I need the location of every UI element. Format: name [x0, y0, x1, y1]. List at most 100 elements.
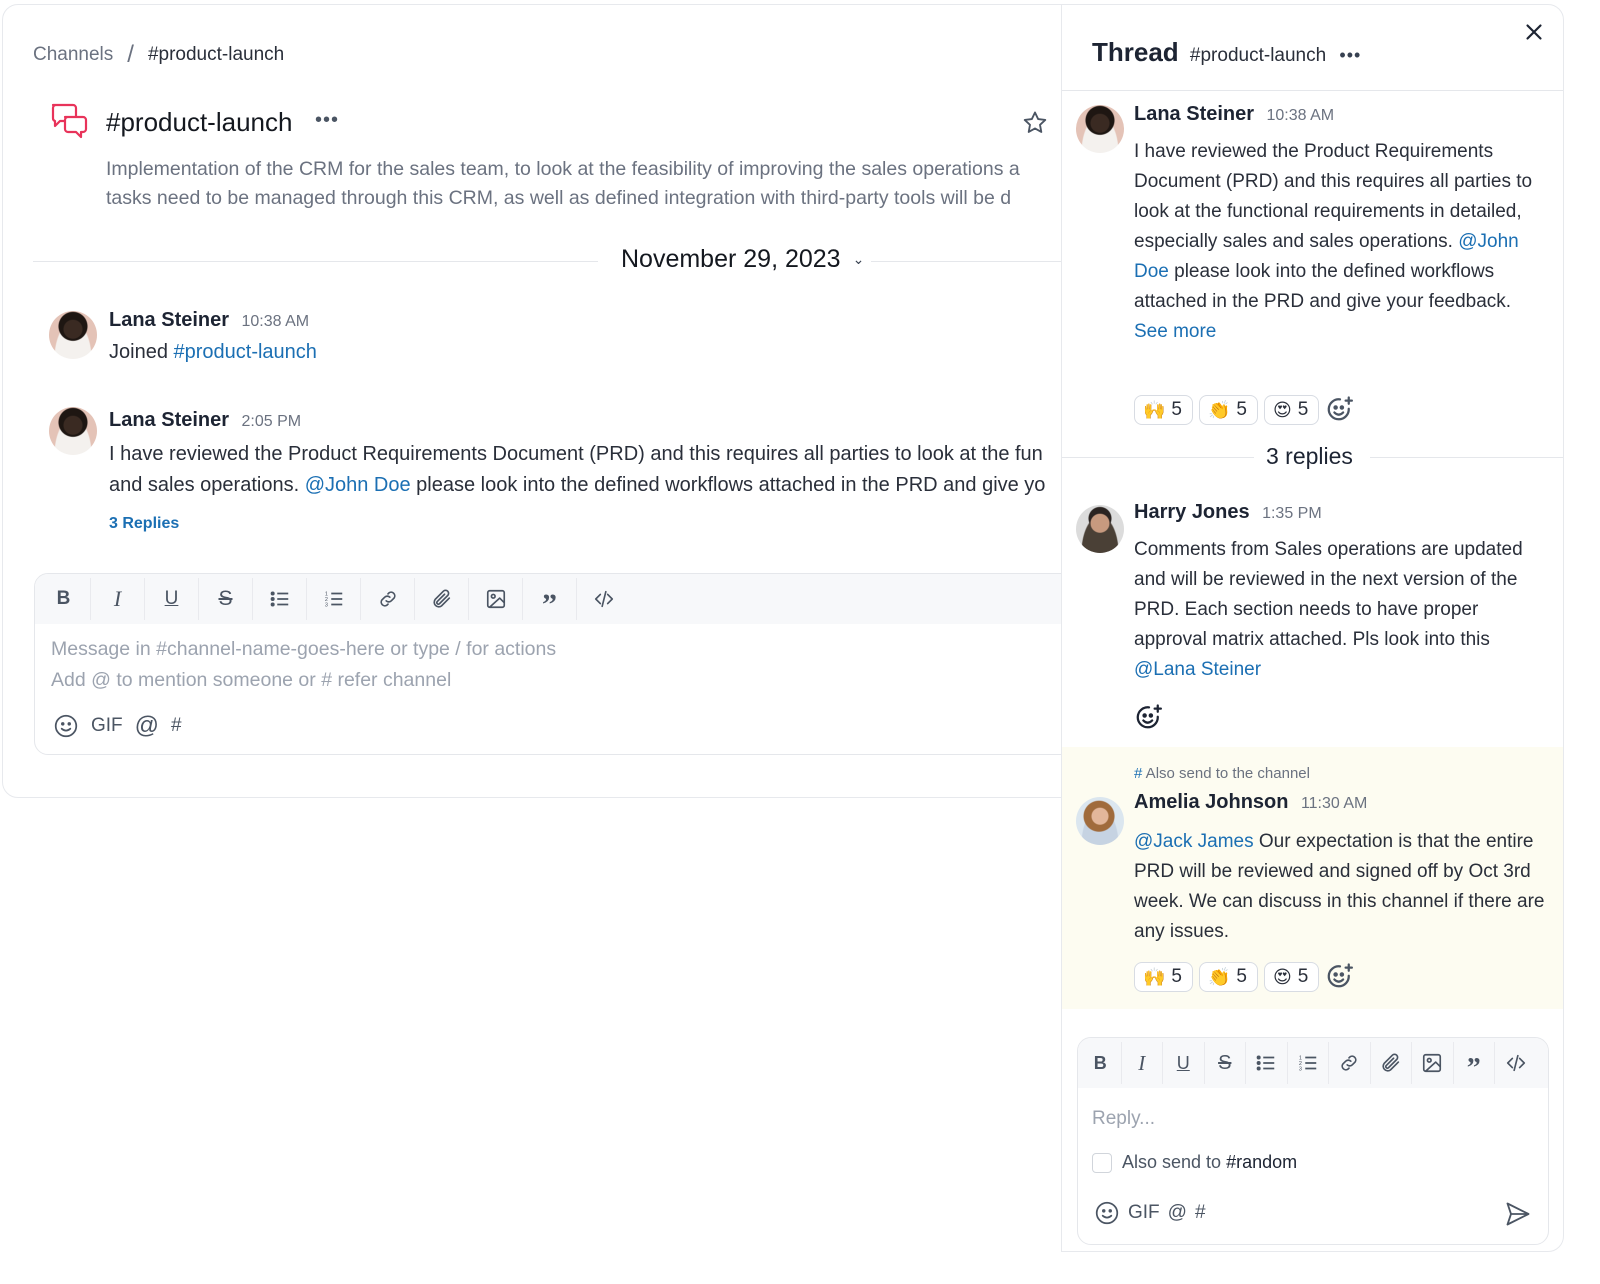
avatar[interactable] — [1076, 797, 1124, 845]
message-body: I have reviewed the Product Requirements… — [1134, 137, 1554, 347]
see-more-link[interactable]: See more — [1134, 317, 1554, 347]
send-icon[interactable] — [1504, 1200, 1532, 1228]
attachment-button[interactable] — [1371, 1042, 1412, 1084]
reactions-bar: 🙌 5 👏 5 😍 5 — [1134, 962, 1355, 992]
composer-actions: GIF @ # — [53, 712, 182, 740]
reaction-clap[interactable]: 👏 5 — [1199, 395, 1258, 425]
thread-more-button[interactable]: ••• — [1339, 45, 1361, 65]
numbered-list-button[interactable]: 123 — [307, 578, 361, 620]
italic-button[interactable]: I — [1122, 1042, 1163, 1084]
breadcrumb-current: #product-launch — [147, 44, 285, 65]
svg-text:3: 3 — [324, 602, 327, 608]
message-body: I have reviewed the Product Requirements… — [109, 439, 1101, 501]
image-icon — [486, 589, 505, 609]
replies-divider: 3 replies — [1062, 443, 1563, 473]
mention-link[interactable]: @Lana Steiner — [1134, 659, 1261, 680]
reaction-heart-eyes[interactable]: 😍 5 — [1264, 395, 1320, 425]
also-send-channel: #random — [1226, 1152, 1298, 1172]
mention-button[interactable]: @ — [1168, 1202, 1187, 1224]
message-body: @Jack James Our expectation is that the … — [1134, 827, 1554, 947]
gif-button[interactable]: GIF — [91, 715, 123, 737]
message-time: 10:38 AM — [241, 313, 310, 330]
bullet-list-button[interactable] — [253, 578, 307, 620]
thread-title: Thread #product-launch ••• — [1092, 37, 1361, 68]
also-send-checkbox[interactable] — [1092, 1152, 1112, 1173]
message-time: 1:35 PM — [1262, 505, 1322, 522]
mention-button[interactable]: @ — [135, 712, 159, 740]
channel-link[interactable]: #product-launch — [174, 341, 317, 363]
link-button[interactable] — [1329, 1042, 1371, 1084]
mention-link[interactable]: @Jack James — [1134, 831, 1254, 852]
italic-button[interactable]: I — [91, 578, 145, 620]
replies-link[interactable]: 3 Replies — [109, 515, 179, 533]
code-icon — [594, 590, 614, 608]
numbered-list-icon: 123 — [1299, 1055, 1316, 1072]
channel-panel: Channels / #product-launch #product-laun… — [2, 4, 1102, 798]
bold-button[interactable]: B — [1080, 1042, 1122, 1084]
strikethrough-button[interactable]: S — [199, 578, 253, 620]
paperclip-icon — [1382, 1053, 1399, 1072]
reaction-raised-hands[interactable]: 🙌 5 — [1134, 962, 1193, 992]
star-icon[interactable] — [1021, 109, 1049, 137]
avatar[interactable] — [1076, 505, 1124, 553]
message-author[interactable]: Lana Steiner — [1134, 103, 1254, 125]
add-reaction-icon[interactable] — [1325, 395, 1355, 425]
strikethrough-button[interactable]: S — [1205, 1042, 1246, 1084]
date-divider: November 29, 2023 ⌄ — [33, 241, 1101, 281]
image-button[interactable] — [469, 578, 523, 620]
svg-text:3: 3 — [1299, 1066, 1302, 1072]
date-label[interactable]: November 29, 2023 ⌄ — [621, 245, 864, 274]
reaction-clap[interactable]: 👏 5 — [1199, 962, 1258, 992]
reaction-raised-hands[interactable]: 🙌 5 — [1134, 395, 1193, 425]
message-text: Joined — [109, 341, 174, 363]
code-button[interactable] — [577, 578, 631, 620]
channel-ref-button[interactable]: # — [1195, 1202, 1206, 1224]
underline-icon: U — [1176, 1052, 1190, 1073]
message-author[interactable]: Lana Steiner — [109, 409, 229, 431]
attachment-button[interactable] — [415, 578, 469, 620]
underline-button[interactable]: U — [145, 578, 199, 620]
avatar[interactable] — [49, 311, 97, 359]
heart-eyes-emoji: 😍 — [1273, 399, 1292, 421]
bold-button[interactable]: B — [37, 578, 91, 620]
channel-more-button[interactable]: ••• — [315, 109, 339, 132]
add-reaction-icon[interactable] — [1325, 962, 1355, 992]
emoji-icon[interactable] — [1094, 1200, 1120, 1226]
message-time: 2:05 PM — [241, 413, 302, 430]
message-input[interactable]: Message in #channel-name-goes-here or ty… — [51, 638, 556, 661]
reaction-count: 5 — [1171, 399, 1182, 420]
mention-link[interactable]: @John Doe — [305, 474, 411, 496]
avatar[interactable] — [49, 407, 97, 455]
raised-hands-emoji: 🙌 — [1143, 966, 1166, 988]
reply-input[interactable]: Reply... — [1092, 1108, 1155, 1130]
add-reaction-icon[interactable] — [1134, 703, 1164, 733]
quote-button[interactable]: ” — [523, 578, 577, 620]
emoji-icon[interactable] — [53, 713, 79, 739]
avatar[interactable] — [1076, 105, 1124, 153]
channel-ref-button[interactable]: # — [171, 715, 182, 737]
reaction-count: 5 — [1236, 966, 1247, 987]
message-composer: B I U S 123 ” Message in #channel-name-g… — [34, 573, 1101, 755]
image-button[interactable] — [1412, 1042, 1454, 1084]
thread-channel[interactable]: #product-launch — [1190, 45, 1326, 66]
gif-button[interactable]: GIF — [1128, 1202, 1160, 1224]
italic-icon: I — [1138, 1050, 1146, 1075]
strikethrough-icon: S — [218, 587, 233, 610]
numbered-list-button[interactable]: 123 — [1288, 1042, 1329, 1084]
heart-eyes-emoji: 😍 — [1273, 966, 1292, 988]
thread-header: Thread #product-launch ••• — [1062, 5, 1563, 91]
reaction-count: 5 — [1171, 966, 1182, 987]
quote-button[interactable]: ” — [1454, 1042, 1495, 1084]
message-author[interactable]: Amelia Johnson — [1134, 791, 1288, 813]
replies-count: 3 replies — [1266, 443, 1353, 469]
close-icon[interactable] — [1521, 19, 1547, 45]
reaction-heart-eyes[interactable]: 😍 5 — [1264, 962, 1320, 992]
bullet-list-button[interactable] — [1246, 1042, 1288, 1084]
link-button[interactable] — [361, 578, 415, 620]
breadcrumb-channels[interactable]: Channels — [33, 44, 113, 66]
underline-button[interactable]: U — [1163, 1042, 1205, 1084]
channel-title: #product-launch — [106, 107, 293, 137]
message-author[interactable]: Harry Jones — [1134, 501, 1250, 523]
message-author[interactable]: Lana Steiner — [109, 309, 229, 331]
code-button[interactable] — [1495, 1042, 1537, 1084]
